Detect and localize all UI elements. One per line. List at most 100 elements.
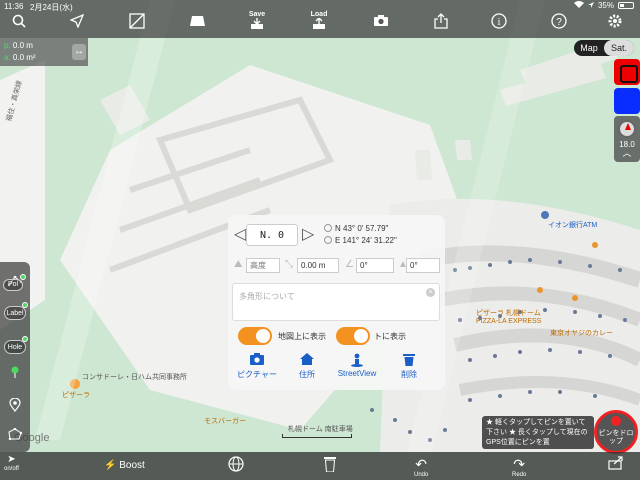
boost-button[interactable]: ⚡ Boost bbox=[104, 460, 145, 471]
polygon-shape-icon[interactable] bbox=[186, 10, 208, 32]
line-color-red-button[interactable] bbox=[614, 59, 640, 85]
map-label-consadole: コンサドーレ・日ハム共同事務所 bbox=[82, 374, 187, 381]
map-marker-icon bbox=[9, 397, 21, 412]
drop-pin-label: ピンをドロップ bbox=[598, 430, 634, 445]
battery-icon bbox=[618, 2, 634, 9]
altitude-icon: ⛰ bbox=[234, 259, 243, 270]
hole-toggle[interactable]: Hole bbox=[4, 340, 26, 354]
delete-label: 削除 bbox=[401, 370, 417, 379]
angle-icon: ∠ bbox=[345, 259, 354, 270]
status-bar: 11:36 2月24日(水) 35% bbox=[0, 0, 640, 12]
load-icon bbox=[313, 17, 325, 29]
angle-field-1[interactable]: 0° bbox=[356, 258, 394, 273]
area-tool-icon[interactable] bbox=[126, 10, 148, 32]
description-field[interactable]: 多角形について × bbox=[232, 283, 440, 321]
gps-onoff-label: on/off bbox=[4, 466, 19, 472]
previous-pin-icon[interactable]: ◁ bbox=[234, 225, 246, 245]
longitude-value: E 141° 24' 31.22" bbox=[335, 236, 397, 245]
redo-icon: ↷ bbox=[513, 456, 526, 472]
left-toolbar: Pol Label Hole bbox=[0, 262, 30, 452]
address-label: 住所 bbox=[299, 370, 315, 379]
next-pin-icon[interactable]: ▷ bbox=[302, 225, 314, 245]
polygon-outline-icon bbox=[8, 427, 23, 441]
pol-toggle[interactable]: Pol bbox=[3, 279, 23, 291]
save-button[interactable]: Save bbox=[246, 9, 268, 31]
fill-color-blue-button[interactable] bbox=[614, 88, 640, 114]
export-icon[interactable] bbox=[608, 456, 624, 472]
distance-field[interactable]: 0.00 m bbox=[297, 258, 339, 273]
home-icon bbox=[282, 353, 332, 369]
label-toggle[interactable]: Label bbox=[4, 306, 26, 320]
location-arrow-icon[interactable] bbox=[66, 10, 88, 32]
collapse-arrow-icon[interactable]: ↔ bbox=[72, 44, 86, 60]
map-label-pizzala-express: PIZZA-LA EXPRESS bbox=[476, 318, 542, 325]
globe-icon[interactable] bbox=[228, 456, 244, 474]
hole-label: Hole bbox=[7, 344, 23, 351]
undo-icon: ↶ bbox=[415, 456, 428, 472]
compass-icon bbox=[618, 120, 636, 138]
load-button[interactable]: Load bbox=[308, 9, 330, 31]
latitude-row: N 43° 0' 57.79" bbox=[324, 224, 388, 233]
show-on-map-label: 地図上に表示 bbox=[278, 332, 326, 341]
share-icon[interactable] bbox=[430, 10, 452, 32]
satellite-option[interactable]: Sat. bbox=[604, 40, 634, 56]
compass-button[interactable]: 18.0 ︿ bbox=[614, 116, 640, 162]
help-icon[interactable]: ? bbox=[548, 10, 570, 32]
latitude-icon bbox=[324, 224, 332, 232]
show-list-toggle[interactable] bbox=[336, 327, 370, 345]
label-status-dot bbox=[22, 302, 28, 308]
picture-button[interactable]: ピクチャー bbox=[232, 353, 282, 380]
map-label-pizzala: ピザーラ bbox=[62, 392, 90, 399]
pol-label: Pol bbox=[7, 281, 19, 288]
hole-status-dot bbox=[22, 336, 28, 342]
distance-icon: ⤡ bbox=[285, 259, 293, 270]
pin-detail-panel: ◁ N. 0 ▷ N 43° 0' 57.79" E 141° 24' 31.2… bbox=[228, 215, 445, 390]
show-on-map-toggle[interactable] bbox=[238, 327, 272, 345]
measurement-box: p: 0.0 m a: 0.0 m² ↔ bbox=[0, 38, 88, 66]
gps-toggle-button[interactable]: ➤ on/off bbox=[4, 454, 19, 472]
map-label-parking: 札幌ドーム 南駐車場 bbox=[288, 426, 353, 433]
map-option[interactable]: Map bbox=[574, 40, 604, 56]
settings-gear-icon[interactable] bbox=[604, 10, 626, 32]
area-value: 0.0 m² bbox=[12, 53, 36, 62]
altitude-field[interactable] bbox=[246, 258, 280, 273]
pol-status-dot bbox=[20, 274, 26, 280]
angle-field-2[interactable]: 0° bbox=[406, 258, 440, 273]
longitude-icon bbox=[324, 236, 332, 244]
map-type-toggle[interactable]: Map Sat. bbox=[574, 40, 634, 56]
camera-icon[interactable] bbox=[370, 10, 392, 32]
camera-icon bbox=[232, 353, 282, 369]
streetview-button[interactable]: StreetView bbox=[332, 353, 382, 378]
pin-tool-button[interactable] bbox=[4, 366, 26, 380]
perimeter-value: 0.0 m bbox=[12, 41, 33, 50]
svg-text:i: i bbox=[498, 17, 501, 28]
pin-icon bbox=[11, 366, 19, 378]
search-icon[interactable] bbox=[8, 10, 30, 32]
delete-button[interactable]: 削除 bbox=[384, 353, 434, 380]
polygon-outline-button[interactable] bbox=[4, 427, 26, 442]
map-label-pizzala-dome: ピザーラ 札幌ドーム bbox=[476, 310, 541, 317]
status-date: 2月24日(水) bbox=[30, 3, 73, 12]
redo-label: Redo bbox=[512, 472, 527, 478]
drop-pin-button[interactable]: ピンをドロップ bbox=[594, 410, 638, 454]
address-button[interactable]: 住所 bbox=[282, 353, 332, 380]
label-label: Label bbox=[6, 310, 24, 317]
redo-button[interactable]: ↷ Redo bbox=[512, 456, 526, 478]
bottom-toolbar: ➤ on/off ⚡ Boost ↶ Undo ↷ Redo bbox=[0, 452, 640, 480]
location-pin-button[interactable] bbox=[4, 397, 26, 412]
picture-label: ピクチャー bbox=[237, 370, 277, 379]
streetview-label: StreetView bbox=[337, 369, 377, 378]
clear-icon[interactable]: × bbox=[426, 288, 435, 297]
pin-number-field[interactable]: N. 0 bbox=[246, 224, 298, 246]
area-key: a: bbox=[4, 53, 11, 62]
trash-bin-icon[interactable] bbox=[324, 456, 336, 474]
trash-icon bbox=[384, 353, 434, 369]
map-label-curry: 東京オヤジのカレー bbox=[550, 330, 613, 337]
gps-arrow-icon: ➤ bbox=[7, 454, 16, 465]
longitude-row: E 141° 24' 31.22" bbox=[324, 236, 397, 245]
chevron-up-icon: ︿ bbox=[622, 148, 632, 158]
info-icon[interactable]: i bbox=[488, 10, 510, 32]
status-time: 11:36 bbox=[4, 2, 24, 11]
undo-button[interactable]: ↶ Undo bbox=[414, 456, 428, 478]
pin-head-icon bbox=[611, 416, 621, 426]
